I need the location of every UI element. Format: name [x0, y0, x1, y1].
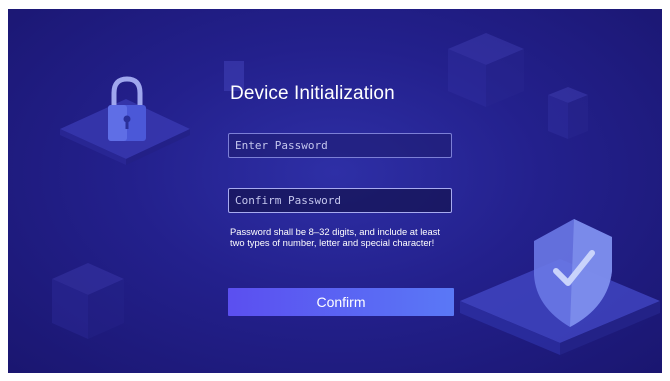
background-cube-top-right [448, 33, 524, 107]
padlock-icon [108, 76, 146, 141]
page-title: Device Initialization [230, 83, 395, 104]
confirm-button[interactable]: Confirm [228, 288, 454, 316]
password-input[interactable] [228, 133, 452, 158]
background-cube-bottom-left [52, 263, 124, 339]
confirm-password-input[interactable] [228, 188, 452, 213]
password-hint: Password shall be 8–32 digits, and inclu… [230, 226, 441, 248]
device-init-screen: Device Initialization Password shall be … [8, 9, 662, 373]
background-cube-right [548, 87, 588, 139]
